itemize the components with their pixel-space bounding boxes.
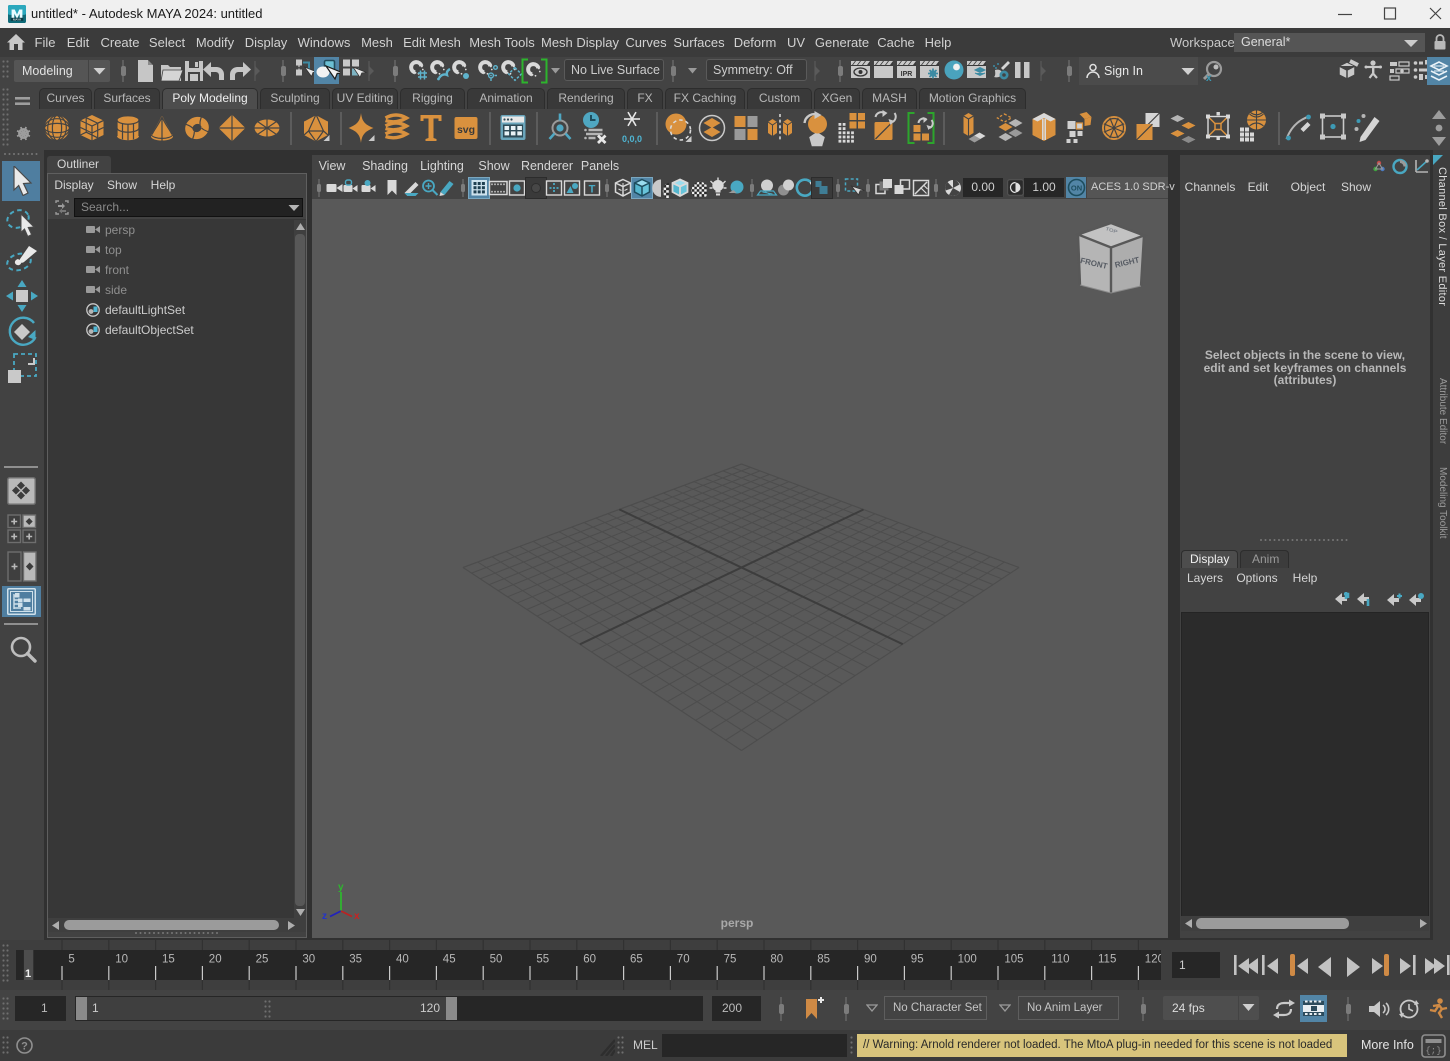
svg-text:120: 120: [1145, 954, 1161, 966]
svg-text:65: 65: [630, 954, 643, 966]
svg-text:105: 105: [1004, 954, 1023, 966]
svg-text:40: 40: [396, 954, 409, 966]
svg-text:persp: persp: [721, 916, 754, 930]
svg-text:15: 15: [162, 954, 175, 966]
svg-text:100: 100: [958, 954, 977, 966]
svg-text:55: 55: [536, 954, 549, 966]
svg-text:x: x: [354, 911, 360, 922]
svg-text:45: 45: [443, 954, 456, 966]
svg-text:T: T: [589, 184, 596, 196]
svg-text:35: 35: [349, 954, 362, 966]
svg-text:95: 95: [911, 954, 924, 966]
svg-text:80: 80: [770, 954, 783, 966]
svg-text:svg: svg: [457, 124, 475, 136]
svg-text:70: 70: [677, 954, 690, 966]
svg-text:85: 85: [817, 954, 830, 966]
svg-text:{;}: {;}: [1425, 1046, 1441, 1056]
svg-text:60: 60: [583, 954, 596, 966]
svg-text:ON: ON: [1071, 184, 1082, 193]
svg-text:50: 50: [490, 954, 503, 966]
svg-text:90: 90: [864, 954, 877, 966]
svg-text:10: 10: [115, 954, 128, 966]
svg-text:5: 5: [68, 954, 74, 966]
svg-text:115: 115: [1098, 954, 1116, 966]
svg-text:?: ?: [21, 1041, 28, 1053]
svg-text:0,0,0: 0,0,0: [622, 134, 642, 144]
svg-text:y: y: [338, 882, 344, 893]
svg-text:20: 20: [209, 954, 222, 966]
svg-text:1: 1: [25, 968, 31, 980]
svg-text:75: 75: [724, 954, 737, 966]
svg-text:110: 110: [1051, 954, 1069, 966]
svg-text:30: 30: [302, 954, 315, 966]
svg-text:25: 25: [256, 954, 269, 966]
svg-text:z: z: [322, 911, 327, 922]
